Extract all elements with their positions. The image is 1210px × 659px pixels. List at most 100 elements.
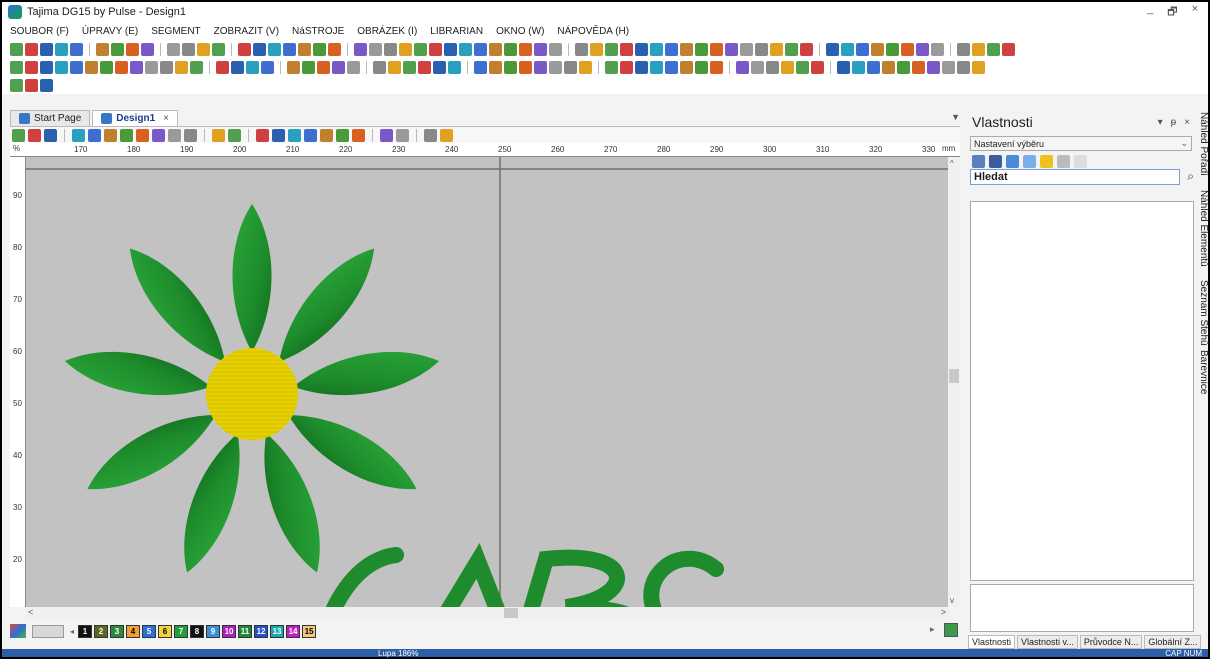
editing-tool-icon[interactable] bbox=[897, 60, 910, 74]
horizontal-scrollbar[interactable]: < > bbox=[26, 607, 948, 619]
editing-tool-icon[interactable] bbox=[246, 60, 259, 74]
standard-tool-icon[interactable] bbox=[916, 42, 929, 56]
horizontal-scroll-thumb[interactable] bbox=[504, 608, 518, 618]
properties-icon[interactable] bbox=[1006, 154, 1019, 168]
editing-tool-icon[interactable] bbox=[912, 60, 925, 74]
editing-tool-icon[interactable] bbox=[160, 60, 173, 74]
standard-tool-icon[interactable] bbox=[70, 42, 83, 56]
menu-obrazek[interactable]: OBRÁZEK (I) bbox=[357, 26, 417, 37]
editing-tool-icon[interactable] bbox=[605, 60, 618, 74]
editing-tool-icon[interactable] bbox=[403, 60, 416, 74]
color-swatch-11[interactable]: 11 bbox=[238, 624, 253, 638]
design-tool-icon[interactable] bbox=[336, 128, 349, 142]
color-swatch-14[interactable]: 14 bbox=[286, 624, 301, 638]
side-tab-nahled-elementu[interactable]: Náhled Elementů bbox=[1198, 190, 1209, 267]
scroll-down-icon[interactable]: v bbox=[950, 596, 954, 605]
design-tool-icon[interactable] bbox=[120, 128, 133, 142]
editing-tool-icon[interactable] bbox=[957, 60, 970, 74]
standard-tool-icon[interactable] bbox=[972, 42, 985, 56]
editing-tool-icon[interactable] bbox=[534, 60, 547, 74]
standard-tool-icon[interactable] bbox=[549, 42, 562, 56]
tab-vlastnosti-v[interactable]: Vlastnosti v... bbox=[1017, 634, 1078, 649]
standard-tool-icon[interactable] bbox=[725, 42, 738, 56]
standard-tool-icon[interactable] bbox=[740, 42, 753, 56]
editing-tool-icon[interactable] bbox=[216, 60, 229, 74]
design-tool-icon[interactable] bbox=[352, 128, 365, 142]
design-tool-icon[interactable] bbox=[440, 128, 453, 142]
tab-pruvodce[interactable]: Průvodce N... bbox=[1079, 634, 1143, 649]
editing-tool-icon[interactable] bbox=[70, 60, 83, 74]
standard-tool-icon[interactable] bbox=[96, 42, 109, 56]
standard-tool-icon[interactable] bbox=[605, 42, 618, 56]
scroll-right-icon[interactable]: > bbox=[941, 607, 946, 617]
view-tool-icon[interactable] bbox=[10, 78, 23, 92]
design-tool-icon[interactable] bbox=[424, 128, 437, 142]
standard-tool-icon[interactable] bbox=[635, 42, 648, 56]
editing-tool-icon[interactable] bbox=[261, 60, 274, 74]
menu-okno[interactable]: OKNO (W) bbox=[496, 26, 544, 37]
color-swatch-15[interactable]: 15 bbox=[302, 624, 317, 638]
color-swatch-12[interactable]: 12 bbox=[254, 624, 269, 638]
standard-tool-icon[interactable] bbox=[182, 42, 195, 56]
design-tool-icon[interactable] bbox=[136, 128, 149, 142]
standard-tool-icon[interactable] bbox=[931, 42, 944, 56]
standard-tool-icon[interactable] bbox=[369, 42, 382, 56]
panel-close-icon[interactable]: × bbox=[1184, 117, 1190, 128]
scroll-left-icon[interactable]: < bbox=[28, 607, 33, 617]
design-tool-icon[interactable] bbox=[152, 128, 165, 142]
design-tool-icon[interactable] bbox=[320, 128, 333, 142]
color-swatch-9[interactable]: 9 bbox=[206, 624, 221, 638]
standard-tool-icon[interactable] bbox=[680, 42, 693, 56]
menu-segment[interactable]: SEGMENT bbox=[151, 26, 200, 37]
editing-tool-icon[interactable] bbox=[650, 60, 663, 74]
editing-tool-icon[interactable] bbox=[489, 60, 502, 74]
standard-tool-icon[interactable] bbox=[212, 42, 225, 56]
design-tool-icon[interactable] bbox=[88, 128, 101, 142]
editing-tool-icon[interactable] bbox=[287, 60, 300, 74]
standard-tool-icon[interactable] bbox=[111, 42, 124, 56]
standard-tool-icon[interactable] bbox=[354, 42, 367, 56]
minimize-button[interactable]: _ bbox=[1147, 3, 1153, 22]
editing-tool-icon[interactable] bbox=[55, 60, 68, 74]
editing-tool-icon[interactable] bbox=[504, 60, 517, 74]
color-swatch-13[interactable]: 13 bbox=[270, 624, 285, 638]
standard-tool-icon[interactable] bbox=[710, 42, 723, 56]
standard-tool-icon[interactable] bbox=[197, 42, 210, 56]
standard-tool-icon[interactable] bbox=[826, 42, 839, 56]
menu-napoveda[interactable]: NÁPOVĚDA (H) bbox=[557, 26, 629, 37]
editing-tool-icon[interactable] bbox=[927, 60, 940, 74]
sort-alpha-icon[interactable] bbox=[989, 154, 1002, 168]
editing-tool-icon[interactable] bbox=[549, 60, 562, 74]
color-swatch-2[interactable]: 2 bbox=[94, 624, 109, 638]
design-tool-icon[interactable] bbox=[72, 128, 85, 142]
standard-tool-icon[interactable] bbox=[444, 42, 457, 56]
side-tab-barevnice[interactable]: Barevnice bbox=[1198, 350, 1209, 394]
editing-tool-icon[interactable] bbox=[231, 60, 244, 74]
editing-tool-icon[interactable] bbox=[852, 60, 865, 74]
color-swatch-3[interactable]: 3 bbox=[110, 624, 125, 638]
standard-tool-icon[interactable] bbox=[534, 42, 547, 56]
design-tool-icon[interactable] bbox=[44, 128, 57, 142]
standard-tool-icon[interactable] bbox=[957, 42, 970, 56]
tab-globalni[interactable]: Globální Z... bbox=[1144, 634, 1202, 649]
editing-tool-icon[interactable] bbox=[474, 60, 487, 74]
editing-tool-icon[interactable] bbox=[302, 60, 315, 74]
editing-tool-icon[interactable] bbox=[837, 60, 850, 74]
editing-tool-icon[interactable] bbox=[882, 60, 895, 74]
favorites-star-icon[interactable] bbox=[1040, 154, 1053, 168]
menu-soubor[interactable]: SOUBOR (F) bbox=[10, 26, 69, 37]
side-tab-nahled-poradi[interactable]: Náhled Pořadí bbox=[1198, 112, 1209, 176]
search-icon[interactable]: ⌕ bbox=[1187, 169, 1194, 184]
standard-tool-icon[interactable] bbox=[283, 42, 296, 56]
close-tab-icon[interactable]: × bbox=[163, 113, 169, 124]
standard-tool-icon[interactable] bbox=[987, 42, 1000, 56]
standard-tool-icon[interactable] bbox=[126, 42, 139, 56]
design-tool-icon[interactable] bbox=[228, 128, 241, 142]
scroll-up-icon[interactable]: ^ bbox=[950, 159, 954, 168]
editing-tool-icon[interactable] bbox=[766, 60, 779, 74]
editing-tool-icon[interactable] bbox=[519, 60, 532, 74]
editing-tool-icon[interactable] bbox=[448, 60, 461, 74]
editing-tool-icon[interactable] bbox=[418, 60, 431, 74]
pin-icon[interactable]: ᵽ bbox=[1171, 117, 1177, 128]
editing-tool-icon[interactable] bbox=[100, 60, 113, 74]
